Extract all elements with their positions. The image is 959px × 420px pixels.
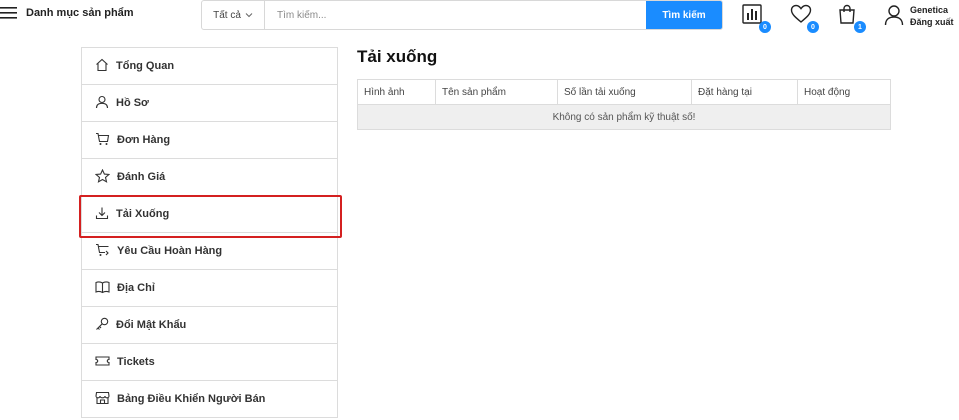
table-header-row: Hình ảnh Tên sản phẩm Số lần tải xuống Đ… [357,79,891,105]
user-icon [95,95,109,112]
sidebar-item-orders[interactable]: Đơn Hàng [82,122,337,159]
sidebar-item-profile[interactable]: Hồ Sơ [82,85,337,122]
sidebar-item-label: Tải Xuống [116,208,170,220]
account-text: Genetica Đăng xuất [910,4,954,28]
page-title: Tải xuống [357,47,438,66]
sidebar-item-addresses[interactable]: Địa Chỉ [82,270,337,307]
home-icon [95,58,109,75]
header: Danh mục sản phẩm Tất cả Tìm kiếm 0 0 1 [0,0,959,33]
search-bar: Tất cả Tìm kiếm [201,0,723,30]
sidebar-item-tickets[interactable]: Tickets [82,344,337,381]
sidebar-item-label: Hồ Sơ [116,97,149,109]
column-header-actions: Hoạt động [797,79,891,105]
wishlist-count-badge: 0 [807,21,819,33]
cart-icon [95,132,110,149]
ticket-icon [95,354,110,371]
key-icon [95,317,109,334]
category-menu-button[interactable]: Danh mục sản phẩm [0,6,134,20]
chevron-down-icon [245,10,253,21]
column-header-image: Hình ảnh [357,79,436,105]
logout-link[interactable]: Đăng xuất [910,16,954,28]
sidebar-item-label: Yêu Cầu Hoàn Hàng [117,245,223,257]
sidebar-item-downloads[interactable]: Tải Xuống [79,195,342,238]
sidebar-item-label: Tổng Quan [116,60,175,72]
category-menu-label: Danh mục sản phẩm [26,7,134,19]
empty-table-message: Không có sản phẩm kỹ thuật số! [357,104,891,130]
sidebar-item-seller-dashboard[interactable]: Bảng Điều Khiển Người Bán [82,381,337,418]
user-icon [884,4,904,31]
sidebar-item-label: Đơn Hàng [117,134,171,146]
sidebar-item-change-password[interactable]: Đổi Mật Khẩu [82,307,337,344]
wishlist-button[interactable]: 0 [790,4,819,33]
downloads-table: Hình ảnh Tên sản phẩm Số lần tải xuống Đ… [357,79,891,130]
column-header-ordered-at: Đặt hàng tại [691,79,798,105]
search-input[interactable] [265,1,646,29]
column-header-product-name: Tên sản phẩm [435,79,558,105]
cart-return-icon [95,243,110,260]
cart-count-badge: 1 [854,21,866,33]
cart-button[interactable]: 1 [837,4,866,33]
hamburger-icon [0,6,18,20]
book-icon [95,280,110,297]
sidebar-item-overview[interactable]: Tổng Quan [82,48,337,85]
downloads-panel: Tải xuống Hình ảnh Tên sản phẩm Số lần t… [357,47,891,130]
search-category-select[interactable]: Tất cả [202,1,265,29]
sidebar-item-return-requests[interactable]: Yêu Cầu Hoàn Hàng [82,233,337,270]
compare-button[interactable]: 0 [742,4,771,33]
account-username: Genetica [910,5,949,15]
sidebar-item-label: Đánh Giá [117,171,166,183]
download-icon [95,206,109,223]
star-icon [94,168,111,186]
sidebar-item-label: Bảng Điều Khiển Người Bán [117,393,266,405]
column-header-download-count: Số lần tải xuống [557,79,692,105]
search-button[interactable]: Tìm kiếm [646,1,722,29]
table-row: Không có sản phẩm kỹ thuật số! [357,104,891,130]
sidebar-item-reviews[interactable]: Đánh Giá [82,159,337,196]
sidebar-item-label: Địa Chỉ [117,282,155,294]
store-icon [95,391,110,408]
sidebar-item-label: Tickets [117,356,155,368]
search-category-value: Tất cả [213,9,241,21]
compare-count-badge: 0 [759,21,771,33]
account-sidebar: Tổng Quan Hồ Sơ Đơn Hàng Đánh Giá Tải Xu… [79,47,342,418]
sidebar-item-label: Đổi Mật Khẩu [116,319,187,331]
account-menu[interactable]: Genetica Đăng xuất [884,4,954,31]
